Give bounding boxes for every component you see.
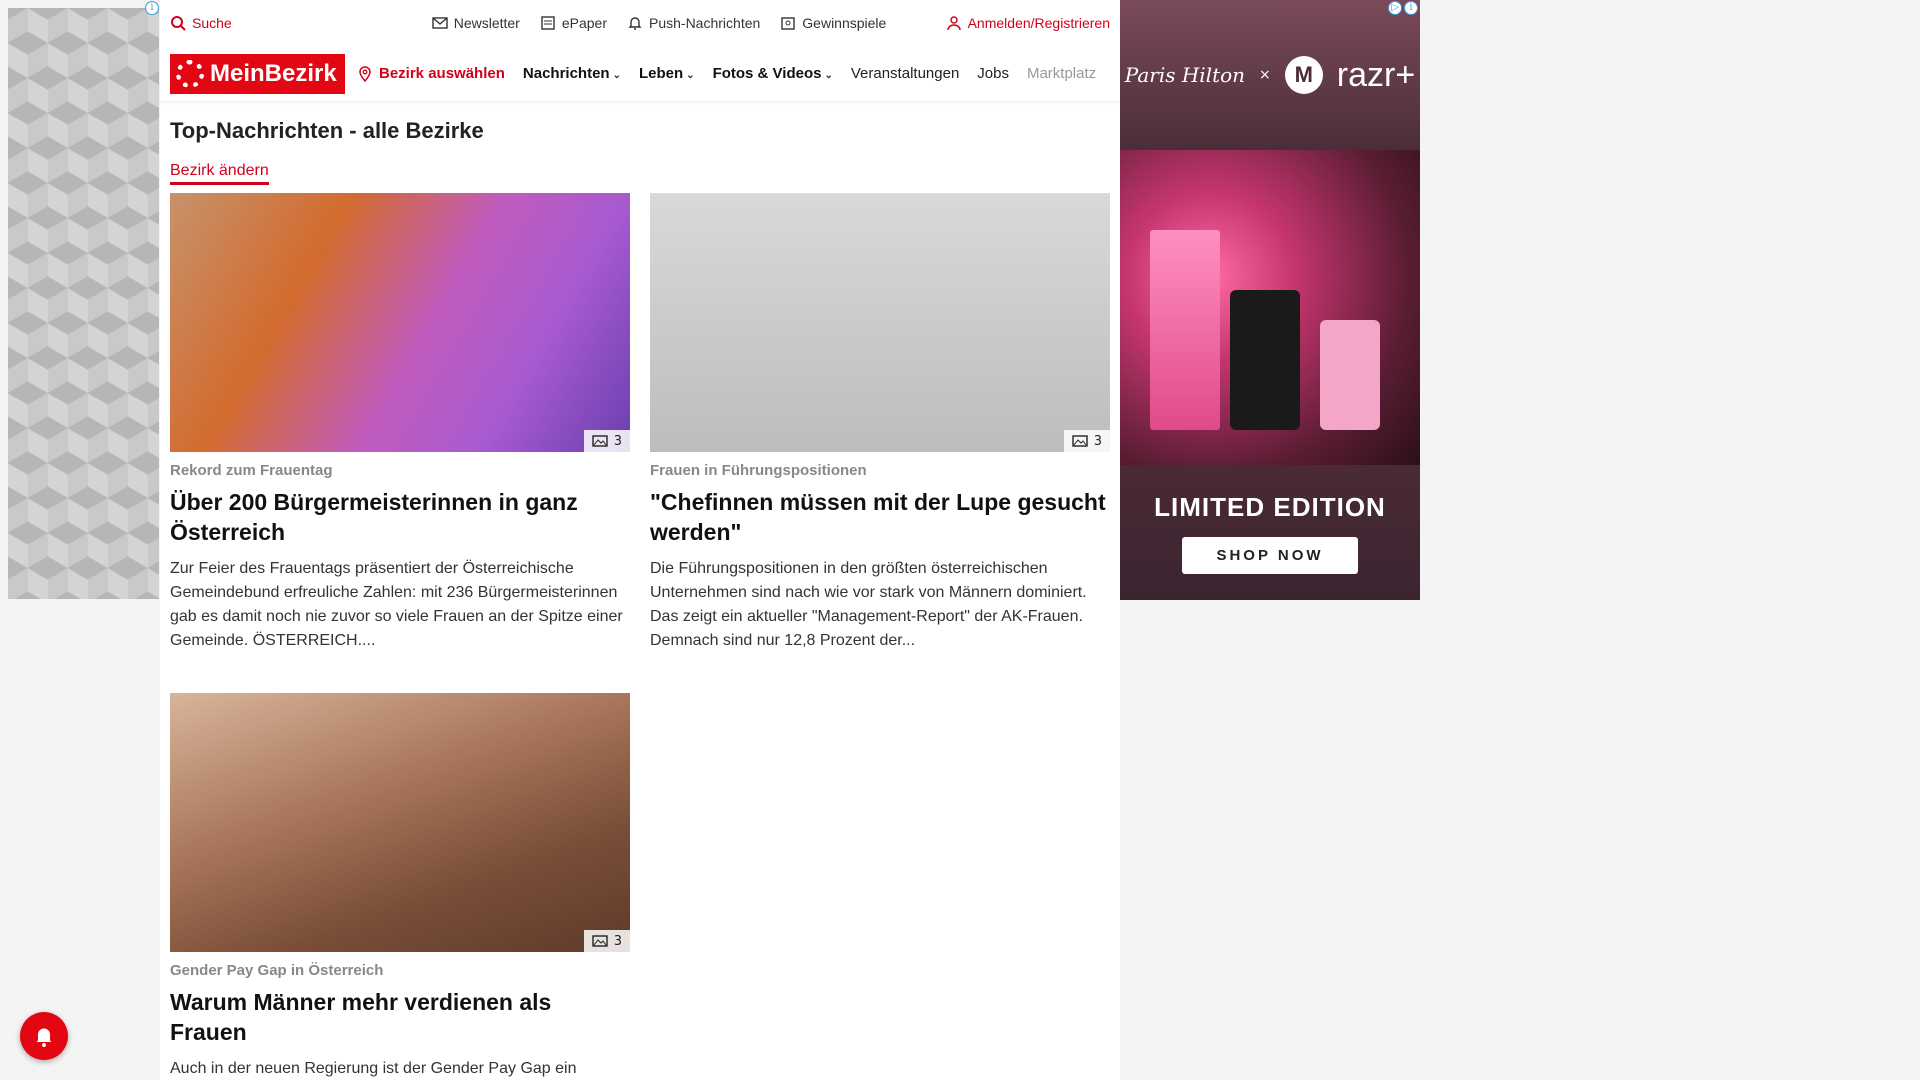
logo-text: MeinBezirk bbox=[210, 59, 337, 87]
site-logo[interactable]: MeinBezirk bbox=[170, 53, 345, 94]
ad-info-icon[interactable]: i bbox=[1404, 1, 1418, 15]
nav-item-veranstaltungen[interactable]: Veranstaltungen bbox=[851, 65, 959, 82]
search-link[interactable]: Suche bbox=[170, 15, 232, 31]
page-title: Top-Nachrichten - alle Bezirke bbox=[170, 118, 484, 143]
login-label: Anmelden/Registrieren bbox=[967, 15, 1110, 31]
article-teaser: Auch in der neuen Regierung ist der Gend… bbox=[170, 1060, 577, 1077]
article-teaser: Die Führungspositionen in den größten ös… bbox=[650, 560, 1087, 649]
ad-choices-icon[interactable]: ▷ bbox=[1388, 1, 1402, 15]
article-teaser: Zur Feier des Frauentags präsentiert der… bbox=[170, 560, 623, 649]
motorola-logo-icon: M bbox=[1284, 56, 1323, 94]
gallery-badge: 3 bbox=[1063, 430, 1110, 452]
article-kicker: Frauen in Führungspositionen bbox=[650, 462, 867, 479]
top-utility-bar: Suche Newsletter ePaper Push-Nachrichten… bbox=[160, 0, 1120, 46]
image-icon bbox=[1072, 435, 1088, 447]
nav-item-fotos-videos[interactable]: Fotos & Videos ⌄ bbox=[713, 65, 833, 82]
article-kicker: Gender Pay Gap in Österreich bbox=[170, 962, 384, 979]
search-icon bbox=[171, 16, 186, 31]
push-label: Push-Nachrichten bbox=[649, 15, 761, 31]
newsletter-label: Newsletter bbox=[453, 15, 520, 31]
article-card[interactable]: 3 Frauen in Führungspositionen "Chefinne… bbox=[650, 193, 1110, 653]
main-navigation: MeinBezirk Bezirk auswählen Nachrichten ⌄… bbox=[160, 46, 1120, 102]
nav-item-label: Nachrichten bbox=[522, 65, 610, 82]
gift-icon bbox=[781, 17, 795, 30]
nav-item-label: Fotos & Videos bbox=[712, 65, 822, 82]
chevron-down-icon: ⌄ bbox=[824, 70, 833, 81]
user-icon bbox=[946, 16, 961, 31]
right-ad-banner[interactable]: Paris Hilton × M razr+ LIMITED EDITION S… bbox=[1120, 0, 1420, 600]
logo-sun-icon bbox=[176, 59, 204, 88]
gallery-count: 3 bbox=[1093, 433, 1102, 449]
newsletter-link[interactable]: Newsletter bbox=[432, 15, 520, 31]
nav-items: Bezirk auswählen Nachrichten ⌄ Leben ⌄ Fot… bbox=[357, 65, 1107, 82]
ad-razr-label: razr+ bbox=[1336, 55, 1416, 94]
ad-info-icon[interactable]: i bbox=[145, 1, 159, 15]
mail-icon bbox=[432, 17, 448, 29]
bell-icon bbox=[36, 1028, 52, 1047]
main-content: Suche Newsletter ePaper Push-Nachrichten… bbox=[160, 0, 1120, 1080]
bell-icon bbox=[628, 17, 642, 30]
nav-item-nachrichten[interactable]: Nachrichten ⌄ bbox=[523, 65, 621, 82]
ad-limited-label: LIMITED EDITION bbox=[1154, 491, 1386, 522]
epaper-link[interactable]: ePaper bbox=[540, 15, 607, 31]
bezirk-select-link[interactable]: Bezirk auswählen bbox=[357, 65, 505, 82]
gewinnspiele-label: Gewinnspiele bbox=[802, 15, 887, 31]
ad-product-box bbox=[1150, 230, 1220, 430]
chevron-down-icon: ⌄ bbox=[612, 70, 621, 81]
nav-item-marktplatz[interactable]: Marktplatz bbox=[1027, 65, 1096, 82]
ad-header: Paris Hilton × M razr+ bbox=[1120, 0, 1420, 150]
nav-item-leben[interactable]: Leben ⌄ bbox=[639, 65, 695, 82]
login-link[interactable]: Anmelden/Registrieren bbox=[946, 15, 1110, 31]
nav-item-label: Leben bbox=[638, 65, 684, 82]
ad-product-image bbox=[1120, 150, 1420, 465]
gallery-badge: 3 bbox=[583, 930, 630, 952]
left-ad-banner[interactable] bbox=[8, 8, 159, 599]
notification-bell-button[interactable] bbox=[20, 1012, 68, 1060]
ad-footer: LIMITED EDITION SHOP NOW bbox=[1120, 465, 1420, 600]
epaper-label: ePaper bbox=[561, 15, 607, 31]
change-bezirk-link[interactable]: Bezirk ändern bbox=[170, 162, 269, 185]
ad-product-case bbox=[1320, 320, 1380, 430]
gewinnspiele-link[interactable]: Gewinnspiele bbox=[780, 15, 886, 31]
nav-item-jobs[interactable]: Jobs bbox=[977, 65, 1009, 82]
article-title[interactable]: "Chefinnen müssen mit der Lupe gesucht w… bbox=[650, 487, 1110, 547]
article-image[interactable]: 3 bbox=[650, 193, 1110, 452]
gallery-count: 3 bbox=[613, 933, 622, 949]
ad-x-separator: × bbox=[1259, 67, 1271, 83]
utility-links: Newsletter ePaper Push-Nachrichten Gewin… bbox=[432, 15, 886, 31]
shop-now-button[interactable]: SHOP NOW bbox=[1182, 536, 1358, 574]
article-title[interactable]: Über 200 Bürgermeisterinnen in ganz Öste… bbox=[170, 487, 630, 547]
image-icon bbox=[592, 435, 608, 447]
push-link[interactable]: Push-Nachrichten bbox=[627, 15, 760, 31]
article-image[interactable]: 3 bbox=[170, 193, 630, 452]
ad-product-phone bbox=[1230, 290, 1300, 430]
article-card[interactable]: 3 Rekord zum Frauentag Über 200 Bürgerme… bbox=[170, 193, 630, 653]
gallery-badge: 3 bbox=[583, 430, 630, 452]
article-image[interactable]: 3 bbox=[170, 693, 630, 952]
article-title[interactable]: Warum Männer mehr verdienen als Frauen bbox=[170, 987, 630, 1047]
gallery-count: 3 bbox=[613, 433, 622, 449]
location-pin-icon bbox=[359, 65, 371, 82]
newspaper-icon bbox=[541, 16, 555, 30]
article-kicker: Rekord zum Frauentag bbox=[170, 462, 333, 479]
chevron-down-icon: ⌄ bbox=[686, 70, 695, 81]
search-label: Suche bbox=[192, 15, 232, 31]
bezirk-select-label: Bezirk auswählen bbox=[379, 65, 505, 82]
ad-brand-script: Paris Hilton bbox=[1124, 63, 1246, 87]
image-icon bbox=[592, 935, 608, 947]
article-card[interactable]: 3 Gender Pay Gap in Österreich Warum Män… bbox=[170, 693, 630, 1080]
